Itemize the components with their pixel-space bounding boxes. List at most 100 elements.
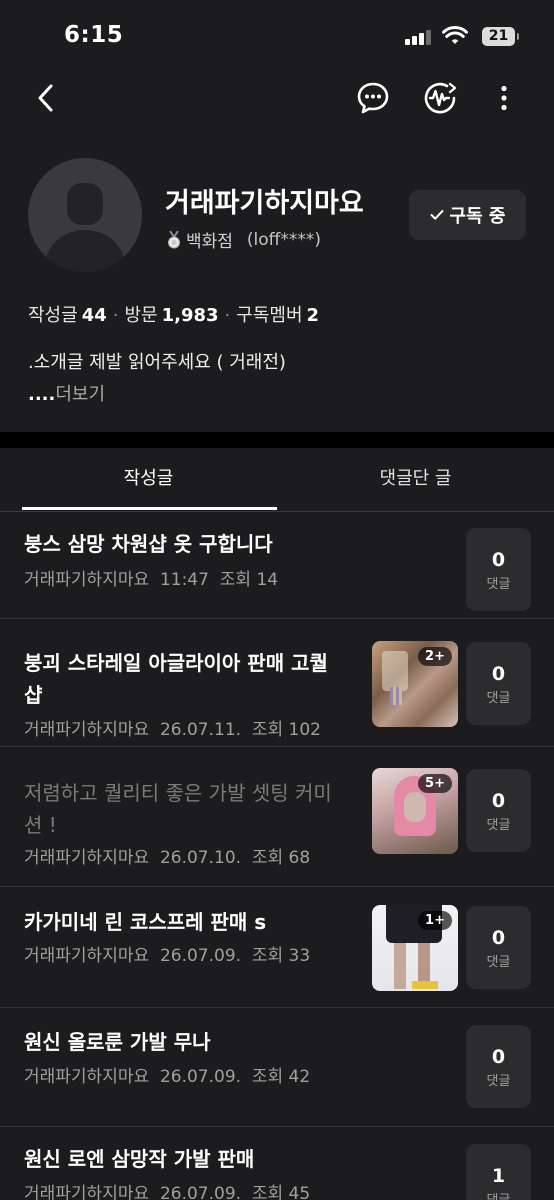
post-date: 26.07.09.: [159, 946, 242, 966]
default-avatar-icon: [44, 183, 126, 272]
post-title: 저렴하고 퀄리티 좋은 가발 셋팅 커미: [24, 781, 332, 805]
battery-indicator: 21: [482, 27, 519, 46]
tab-bar: 작성글 댓글단 글: [0, 448, 554, 512]
profile-stats: 작성글 44 · 방문 1,983 · 구독멤버 2: [28, 301, 319, 327]
status-time: 6:15: [64, 22, 124, 48]
post-item[interactable]: 붕스 삼망 차원샵 옷 구합니다 거래파기하지마요 11:47 조회 14 0 …: [0, 513, 554, 619]
profile-nickname: 거래파기하지마요: [165, 188, 364, 219]
check-icon: [430, 210, 444, 220]
post-date: 26.07.11.: [159, 720, 242, 740]
post-title: 카가미네 린 코스프레 판매 s: [24, 910, 267, 934]
members-stat-label: 구독멤버: [236, 305, 303, 326]
section-divider: [0, 432, 554, 448]
more-label: 더보기: [55, 384, 106, 405]
post-thumbnail: 1+: [372, 905, 458, 991]
status-bar: 6:15 21: [0, 0, 554, 72]
visits-stat-label: 방문: [124, 305, 158, 326]
comment-label: 댓글: [486, 955, 511, 970]
post-title: 붕스 삼망 차원샵 옷 구합니다: [24, 532, 273, 556]
comment-count-button[interactable]: 0 댓글: [466, 1025, 531, 1108]
post-date: 26.07.10.: [159, 848, 242, 868]
post-views: 102: [288, 720, 321, 740]
comment-count-button[interactable]: 1 댓글: [466, 1144, 531, 1200]
chat-button[interactable]: [351, 76, 395, 120]
comment-count: 0: [491, 927, 506, 949]
posts-stat-label: 작성글: [28, 305, 78, 326]
chevron-left-icon: [38, 84, 53, 112]
wifi-icon: [442, 26, 468, 44]
post-title: 붕괴 스타레일 아글라이아 판매 고퀄: [24, 651, 328, 675]
top-navigation: [0, 72, 554, 124]
separator-dot: ·: [112, 305, 119, 326]
post-author: 거래파기하지마요: [24, 570, 150, 590]
thumbnail-count-badge: 2+: [418, 647, 452, 666]
comment-label: 댓글: [486, 691, 511, 706]
post-item[interactable]: 카가미네 린 코스프레 판매 s 거래파기하지마요 26.07.09. 조회 3…: [0, 887, 554, 1008]
post-author: 거래파기하지마요: [24, 1184, 150, 1200]
separator-dot: ·: [224, 305, 231, 326]
comment-count: 0: [491, 549, 506, 571]
post-meta: 거래파기하지마요 26.07.11. 조회 102: [24, 715, 321, 740]
comment-count-button[interactable]: 0 댓글: [466, 906, 531, 989]
more-link[interactable]: ....더보기: [28, 380, 105, 406]
member-grade: 백화점 (loff****): [167, 227, 321, 252]
comment-label: 댓글: [486, 1074, 511, 1089]
avatar[interactable]: [28, 158, 142, 272]
wave-arrow-icon: [424, 82, 457, 114]
post-thumbnail: 2+: [372, 641, 458, 727]
tab-posts[interactable]: 작성글: [10, 448, 287, 512]
comment-count-button[interactable]: 0 댓글: [466, 769, 531, 852]
more-options-button[interactable]: [482, 76, 526, 120]
cellular-signal-icon: [405, 29, 433, 45]
more-dots: ....: [28, 384, 56, 405]
post-title: 원신 로엔 삼망작 가발 판매: [24, 1147, 255, 1171]
post-item[interactable]: 원신 로엔 삼망작 가발 판매 거래파기하지마요 26.07.09. 조회 45…: [0, 1127, 554, 1200]
comment-count: 0: [491, 790, 506, 812]
post-title-line2: 션 !: [24, 813, 57, 837]
post-views-label: 조회: [219, 570, 252, 590]
comment-count: 0: [491, 663, 506, 685]
back-button[interactable]: [24, 76, 68, 120]
post-views: 45: [288, 1184, 311, 1200]
thumbnail-count-badge: 1+: [418, 911, 452, 930]
comment-count: 1: [491, 1165, 506, 1187]
user-id: (loff****): [246, 229, 322, 250]
post-meta: 거래파기하지마요 26.07.09. 조회 45: [24, 1179, 310, 1200]
tab-commented[interactable]: 댓글단 글: [277, 448, 554, 512]
post-item[interactable]: 저렴하고 퀄리티 좋은 가발 셋팅 커미 션 ! 거래파기하지마요 26.07.…: [0, 747, 554, 887]
subscribe-label: 구독 중: [449, 206, 506, 227]
post-views-label: 조회: [251, 720, 284, 740]
post-thumbnail: 5+: [372, 768, 458, 854]
thumbnail-count-badge: 5+: [418, 774, 452, 793]
post-views: 68: [288, 848, 311, 868]
comment-label: 댓글: [466, 1189, 531, 1200]
post-author: 거래파기하지마요: [24, 1067, 150, 1087]
medal-icon: [168, 230, 180, 248]
post-date: 11:47: [159, 570, 209, 590]
comment-count-button[interactable]: 0 댓글: [466, 642, 531, 725]
post-views: 33: [288, 946, 311, 966]
post-meta: 거래파기하지마요 26.07.10. 조회 68: [24, 843, 310, 868]
post-views-label: 조회: [251, 848, 284, 868]
post-date: 26.07.09.: [159, 1184, 242, 1200]
post-author: 거래파기하지마요: [24, 848, 150, 868]
post-item[interactable]: 붕괴 스타레일 아글라이아 판매 고퀄 샵 거래파기하지마요 26.07.11.…: [0, 619, 554, 747]
post-meta: 거래파기하지마요 26.07.09. 조회 42: [24, 1062, 310, 1087]
post-views: 14: [256, 570, 279, 590]
posts-stat-value: 44: [81, 305, 107, 326]
post-author: 거래파기하지마요: [24, 946, 150, 966]
visits-stat-value: 1,983: [161, 305, 219, 326]
comment-label: 댓글: [486, 818, 511, 833]
post-title: 원신 올로룬 가발 무나: [24, 1030, 211, 1054]
post-item[interactable]: 원신 올로룬 가발 무나 거래파기하지마요 26.07.09. 조회 42 0 …: [0, 1008, 554, 1127]
post-title-line2: 샵: [24, 683, 43, 707]
post-meta: 거래파기하지마요 11:47 조회 14: [24, 565, 278, 590]
subscribe-button[interactable]: 구독 중: [409, 190, 526, 240]
active-tab-indicator: [22, 507, 277, 510]
members-stat-value: 2: [306, 305, 320, 326]
post-views-label: 조회: [251, 946, 284, 966]
post-views: 42: [288, 1067, 311, 1087]
wave-share-button[interactable]: [418, 76, 462, 120]
comment-count-button[interactable]: 0 댓글: [466, 528, 531, 611]
chat-bubble-icon: [357, 82, 389, 114]
